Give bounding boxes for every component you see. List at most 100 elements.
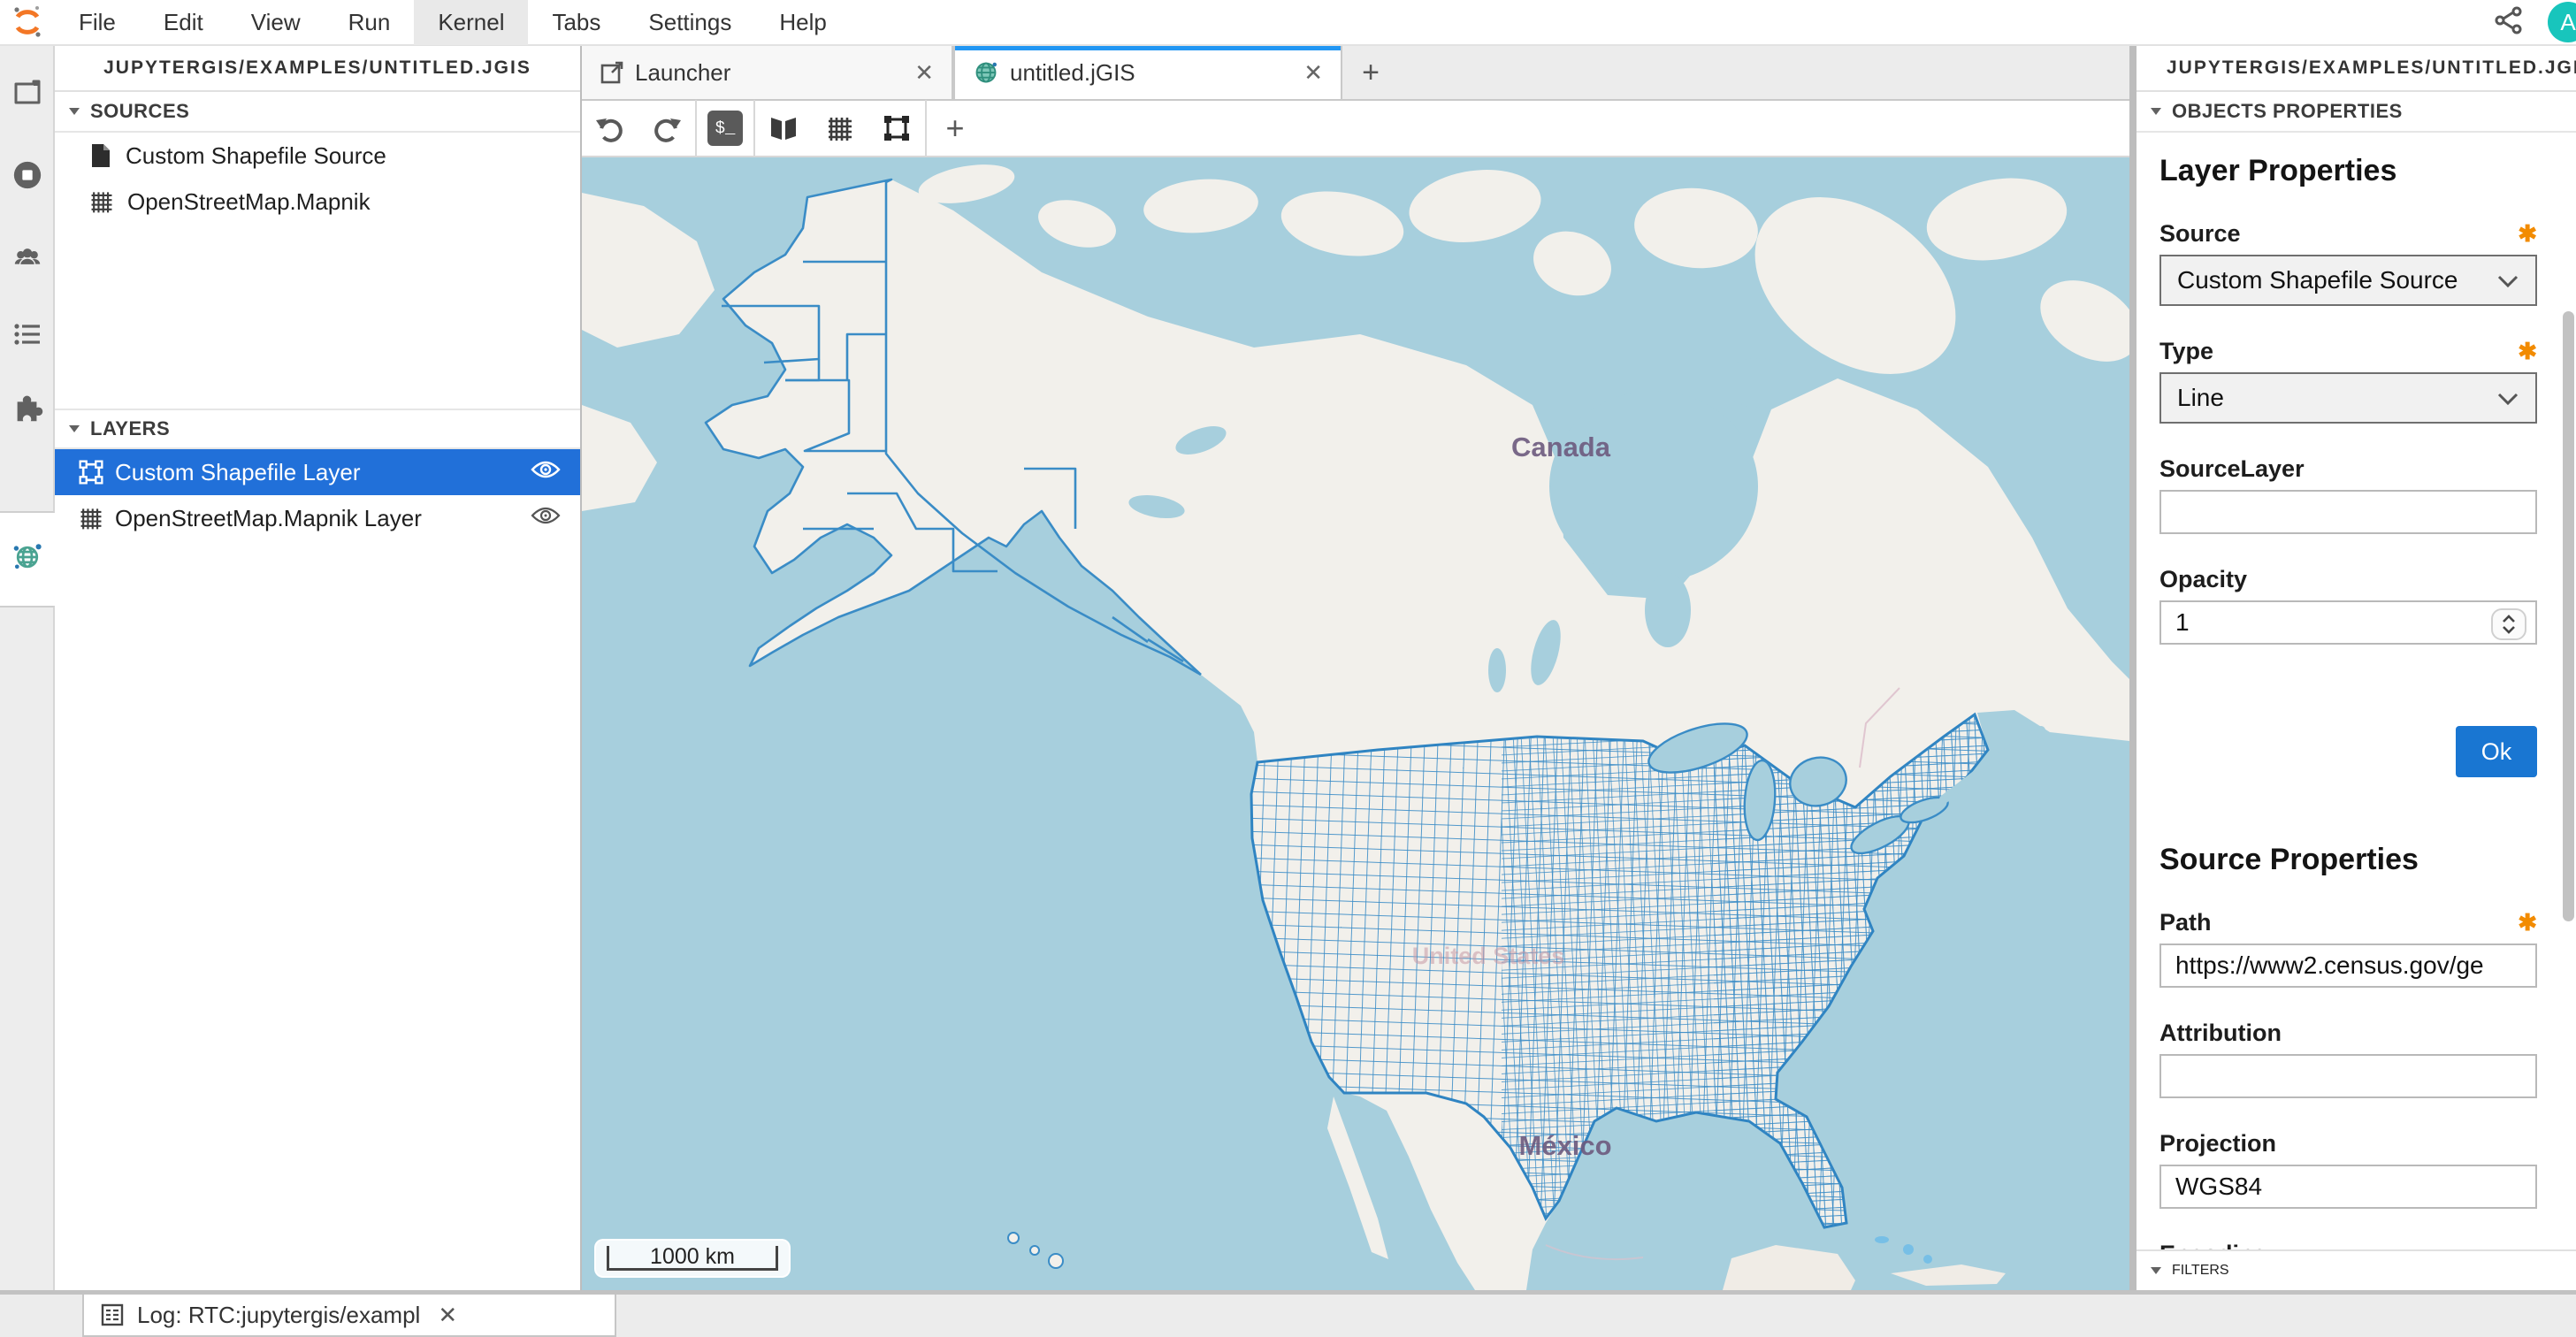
share-icon[interactable]	[2493, 4, 2525, 41]
objects-properties-section-header[interactable]: OBJECTS PROPERTIES	[2136, 92, 2576, 133]
jupytergis-side-panel: JUPYTERGIS/EXAMPLES/UNTITLED.JGIS SOURCE…	[55, 46, 582, 1290]
opacity-field: Opacity 1	[2159, 566, 2537, 645]
menu-kernel[interactable]: Kernel	[414, 0, 528, 45]
opacity-value: 1	[2175, 608, 2190, 637]
ok-button[interactable]: Ok	[2456, 726, 2537, 777]
collaboration-icon[interactable]	[11, 242, 43, 274]
layer-visibility-eye-icon[interactable]	[531, 459, 561, 486]
menu-view[interactable]: View	[227, 0, 325, 45]
status-bar: Log: RTC:jupytergis/exampl ✕	[0, 1290, 2576, 1337]
close-icon[interactable]: ✕	[1303, 59, 1323, 87]
path-value: https://www2.census.gov/ge	[2175, 951, 2484, 980]
file-browser-icon[interactable]	[11, 76, 43, 108]
extension-manager-icon[interactable]	[11, 393, 43, 424]
new-tab-button[interactable]: +	[1342, 46, 1399, 99]
log-label: Log: RTC:jupytergis/exampl	[137, 1302, 420, 1329]
menu-edit[interactable]: Edit	[140, 0, 227, 45]
path-label: Path	[2159, 909, 2212, 936]
required-icon: ✱	[2518, 220, 2537, 248]
source-item-osm-mapnik[interactable]: OpenStreetMap.Mapnik	[55, 179, 580, 225]
add-layer-button[interactable]: +	[927, 100, 983, 157]
layer-item-label: OpenStreetMap.Mapnik Layer	[115, 505, 422, 532]
menu-help[interactable]: Help	[755, 0, 850, 45]
menu-tabs[interactable]: Tabs	[528, 0, 624, 45]
map-scale-control: 1000 km	[596, 1241, 789, 1276]
grid-icon	[825, 113, 855, 143]
tab-label: Launcher	[635, 59, 730, 87]
encoding-label: Encoding	[2159, 1241, 2268, 1249]
tab-untitled-jgis[interactable]: untitled.jGIS ✕	[953, 46, 1342, 99]
number-stepper[interactable]	[2491, 608, 2526, 640]
filters-label: FILTERS	[2172, 1263, 2229, 1279]
running-kernels-icon[interactable]	[11, 159, 43, 191]
close-icon[interactable]: ✕	[438, 1302, 457, 1329]
type-select[interactable]: Line	[2159, 372, 2537, 424]
map-label-mexico: México	[1518, 1130, 1611, 1161]
layers-section-label: LAYERS	[90, 417, 170, 440]
source-item-label: OpenStreetMap.Mapnik	[127, 188, 371, 216]
new-vector-layer-button[interactable]	[868, 100, 925, 157]
objects-properties-label: OBJECTS PROPERTIES	[2172, 100, 2403, 123]
log-console-tab[interactable]: Log: RTC:jupytergis/exampl ✕	[82, 1295, 616, 1337]
vector-icon	[882, 113, 912, 143]
attribution-input[interactable]	[2159, 1054, 2537, 1098]
source-layer-label: SourceLayer	[2159, 455, 2305, 483]
sources-section-header[interactable]: SOURCES	[55, 92, 580, 133]
source-layer-input[interactable]	[2159, 490, 2537, 534]
projection-input[interactable]: WGS84	[2159, 1165, 2537, 1209]
vector-layer-icon	[78, 459, 104, 485]
right-panel-scrollbar[interactable]	[2563, 311, 2574, 921]
jupytergis-icon[interactable]	[11, 541, 43, 573]
new-raster-layer-button[interactable]	[812, 100, 868, 157]
menu-run[interactable]: Run	[325, 0, 415, 45]
opacity-label: Opacity	[2159, 566, 2247, 593]
path-input[interactable]: https://www2.census.gov/ge	[2159, 944, 2537, 988]
layers-section-header[interactable]: LAYERS	[55, 409, 580, 449]
main-dock-area: Launcher ✕ untitled.jGIS ✕ +	[582, 46, 2129, 1290]
encoding-field: Encoding UTF-8	[2159, 1241, 2537, 1249]
book-icon	[768, 112, 799, 144]
chevron-down-icon	[67, 424, 81, 434]
right-panel-title: JUPYTERGIS/EXAMPLES/UNTITLED.JGIS	[2136, 46, 2576, 92]
menu-file[interactable]: File	[55, 0, 140, 45]
jgis-toolbar: $_ +	[582, 101, 2129, 157]
user-avatar[interactable]: A	[2548, 2, 2576, 42]
layer-item-custom-shapefile[interactable]: Custom Shapefile Layer	[55, 449, 580, 495]
type-field: Type ✱ Line	[2159, 338, 2537, 424]
filters-section-header[interactable]: FILTERS	[2136, 1249, 2576, 1290]
opacity-input[interactable]: 1	[2159, 600, 2537, 645]
table-of-contents-icon[interactable]	[11, 318, 43, 350]
file-icon	[88, 142, 113, 169]
map-label-united-states: United States	[1412, 943, 1565, 969]
layer-item-osm-mapnik[interactable]: OpenStreetMap.Mapnik Layer	[55, 495, 580, 541]
map-canvas[interactable]: Canada México United States 1000 km	[582, 157, 2129, 1290]
close-icon[interactable]: ✕	[914, 59, 934, 87]
source-select-value: Custom Shapefile Source	[2177, 266, 2458, 294]
chevron-down-icon	[67, 106, 81, 117]
tab-launcher[interactable]: Launcher ✕	[582, 46, 953, 99]
redo-button[interactable]	[638, 100, 695, 157]
projection-field: Projection WGS84	[2159, 1130, 2537, 1209]
properties-form: Layer Properties Source ✱ Custom Shapefi…	[2136, 133, 2560, 1249]
tab-bar: Launcher ✕ untitled.jGIS ✕ +	[582, 46, 2129, 101]
chevron-down-icon	[2149, 106, 2163, 117]
source-item-custom-shapefile[interactable]: Custom Shapefile Source	[55, 133, 580, 179]
map-label-canada: Canada	[1511, 432, 1611, 462]
grid-icon	[78, 505, 104, 531]
chevron-down-icon	[2496, 384, 2519, 412]
layer-visibility-eye-icon[interactable]	[531, 505, 561, 532]
menu-settings[interactable]: Settings	[624, 0, 755, 45]
left-panel-title: JUPYTERGIS/EXAMPLES/UNTITLED.JGIS	[55, 46, 580, 92]
new-basemap-button[interactable]	[755, 100, 812, 157]
source-select[interactable]: Custom Shapefile Source	[2159, 255, 2537, 306]
chevron-down-icon	[2496, 266, 2519, 294]
tab-label: untitled.jGIS	[1010, 59, 1135, 87]
required-icon: ✱	[2518, 338, 2537, 365]
attribution-field: Attribution	[2159, 1020, 2537, 1098]
projection-value: WGS84	[2175, 1173, 2262, 1201]
jupyter-logo-icon	[0, 5, 55, 39]
type-label: Type	[2159, 338, 2213, 365]
console-button[interactable]: $_	[697, 100, 753, 157]
source-layer-field: SourceLayer	[2159, 455, 2537, 534]
undo-button[interactable]	[582, 100, 638, 157]
